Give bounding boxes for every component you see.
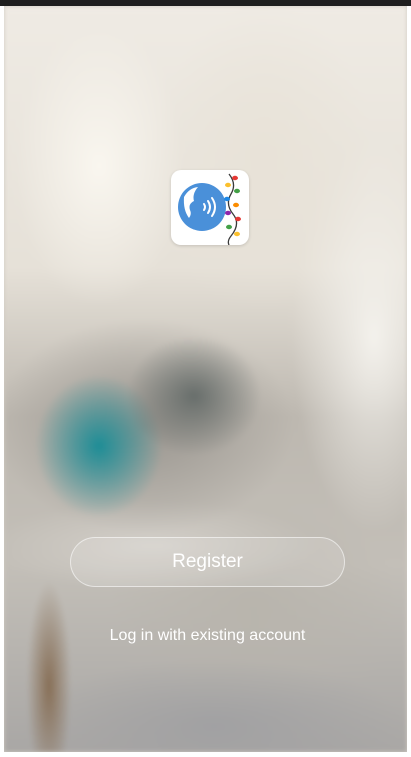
login-existing-account-link[interactable]: Log in with existing account <box>44 627 371 645</box>
register-button[interactable]: Register <box>70 537 345 587</box>
welcome-screen: Register Log in with existing account <box>4 6 407 752</box>
app-logo <box>171 170 249 245</box>
register-button-label: Register <box>172 551 243 572</box>
speaker-face-icon <box>178 173 241 245</box>
